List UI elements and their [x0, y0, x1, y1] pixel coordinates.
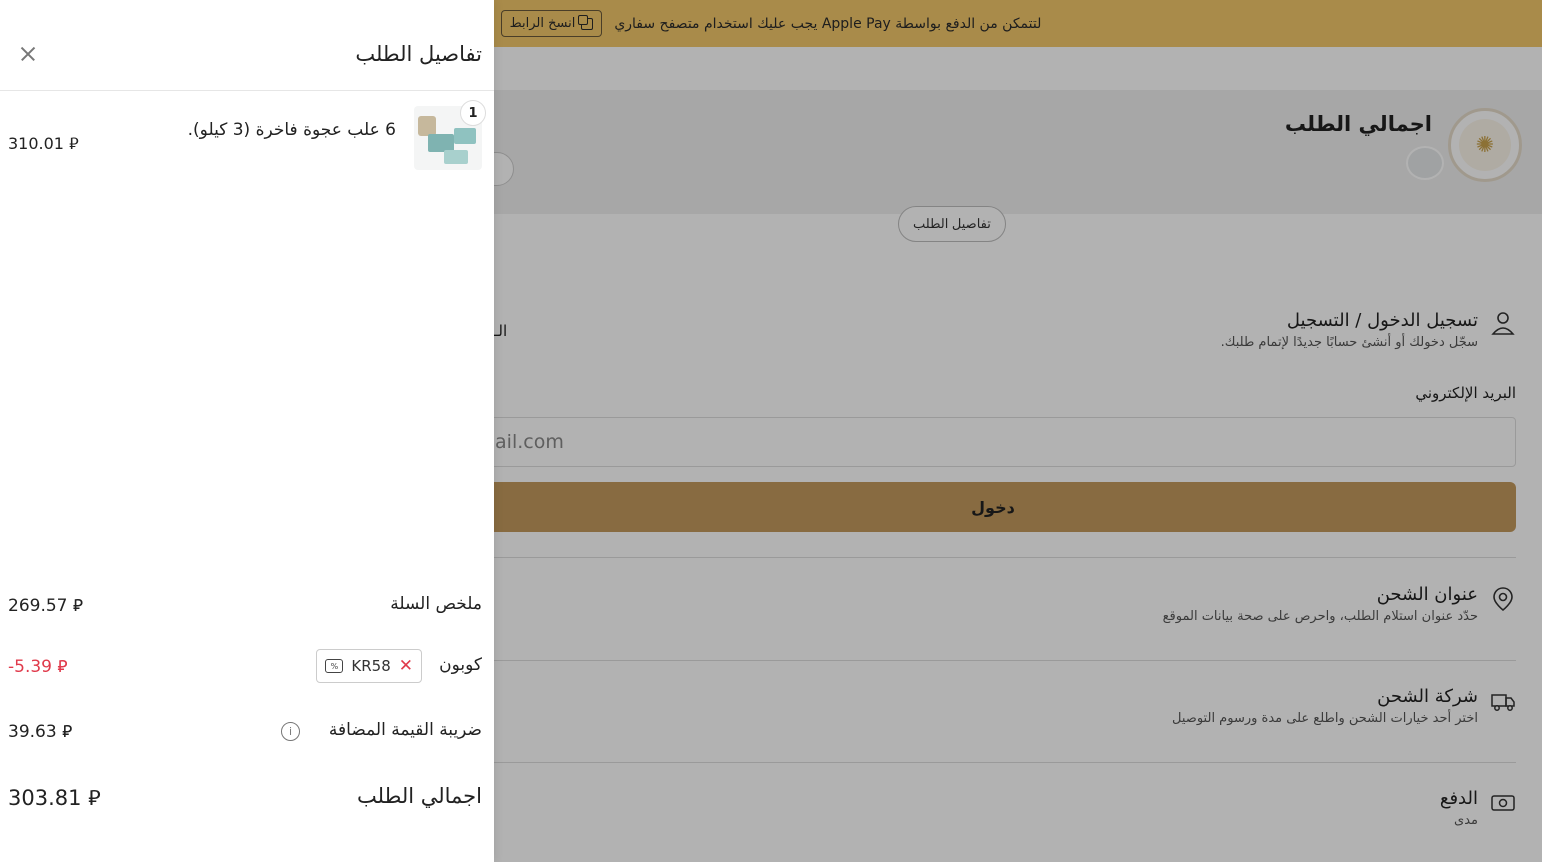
order-total-value: 303.81 ⃁ — [8, 786, 101, 810]
vat-label: ضريبة القيمة المضافة — [328, 720, 482, 740]
quantity-badge: 1 — [460, 100, 486, 126]
coupon-icon: % — [325, 659, 344, 673]
drawer-header: تفاصيل الطلب — [0, 0, 494, 91]
order-total-label: اجمالي الطلب — [357, 784, 482, 808]
product-price: 310.01 ⃁ — [8, 134, 79, 153]
close-icon[interactable] — [18, 44, 38, 64]
vat-value: 39.63 ⃁ — [8, 722, 73, 742]
cart-item: 1 6 علب عجوة فاخرة (3 كيلو). 310.01 ⃁ — [0, 100, 494, 174]
order-details-drawer: تفاصيل الطلب 1 6 علب عجوة فاخرة (3 كيلو)… — [0, 0, 494, 862]
cart-summary-row: ملخص السلة 269.57 ⃁ — [0, 590, 494, 620]
product-name: 6 علب عجوة فاخرة (3 كيلو). — [187, 120, 396, 140]
remove-coupon-button[interactable]: ✕ — [399, 656, 413, 676]
coupon-row: كوبون % KR58 ✕ -5.39 ⃁ — [0, 649, 494, 683]
coupon-chip: % KR58 ✕ — [316, 649, 422, 683]
cart-summary-label: ملخص السلة — [390, 594, 482, 614]
coupon-code: KR58 — [351, 657, 391, 675]
info-icon[interactable]: i — [281, 722, 300, 741]
drawer-title: تفاصيل الطلب — [355, 42, 482, 66]
coupon-discount-value: -5.39 ⃁ — [8, 657, 68, 677]
coupon-label: كوبون — [439, 655, 482, 675]
vat-row: ضريبة القيمة المضافة i 39.63 ⃁ — [0, 716, 494, 746]
order-total-row: اجمالي الطلب 303.81 ⃁ — [0, 780, 494, 810]
cart-summary-value: 269.57 ⃁ — [8, 596, 83, 616]
